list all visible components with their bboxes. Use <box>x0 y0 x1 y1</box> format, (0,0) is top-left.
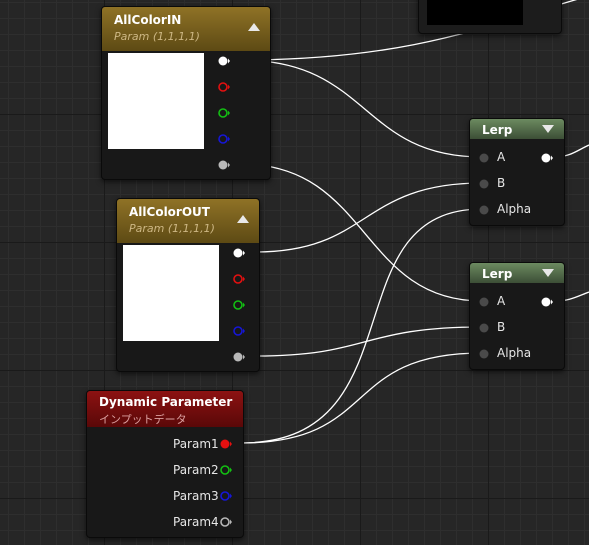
output-pin-r[interactable] <box>233 273 245 285</box>
input-pin-a[interactable] <box>478 296 490 308</box>
output-pin-a[interactable] <box>233 351 245 363</box>
output-pin-rgba[interactable] <box>218 55 230 67</box>
input-label-alpha: Alpha <box>497 346 532 360</box>
output-pin-a[interactable] <box>218 159 230 171</box>
collapse-arrow-icon[interactable] <box>248 23 260 31</box>
output-pin-param3[interactable] <box>220 490 232 502</box>
collapse-arrow-icon[interactable] <box>237 215 249 223</box>
pin-hollow-icon <box>220 491 232 501</box>
input-label-b: B <box>497 320 506 334</box>
pin-filled-icon <box>218 56 230 66</box>
pin-hollow-icon <box>218 134 230 144</box>
pin-hollow-icon <box>220 517 232 527</box>
input-pin-a[interactable] <box>478 152 490 164</box>
wire-in-alpha-to-lerp2-a[interactable] <box>240 163 483 302</box>
node-header[interactable]: Lerp <box>470 263 564 283</box>
pin-hollow-icon <box>220 465 232 475</box>
node-header[interactable]: Dynamic Parameter インプットデータ <box>87 391 243 427</box>
input-pin-alpha[interactable] <box>478 348 490 360</box>
output-label-param2: Param2 <box>173 463 219 477</box>
wire-out-alpha-to-lerp2-b[interactable] <box>255 326 483 357</box>
node-title: Lerp <box>482 267 513 281</box>
collapse-arrow-icon[interactable] <box>542 269 554 277</box>
pin-filled-icon <box>541 153 553 163</box>
pin-filled-icon <box>220 439 232 449</box>
preview-area <box>427 0 523 25</box>
node-title: AllColorOUT <box>129 205 210 219</box>
pin-empty-icon <box>479 349 489 359</box>
output-pin-param1[interactable] <box>220 438 232 450</box>
output-pin-g[interactable] <box>233 299 245 311</box>
wire-in-rgba-to-lerp1-a[interactable] <box>240 59 483 158</box>
output-pin-b[interactable] <box>218 133 230 145</box>
pin-hollow-icon <box>218 82 230 92</box>
color-preview-swatch <box>108 53 204 149</box>
input-pin-b[interactable] <box>478 322 490 334</box>
output-label-param1: Param1 <box>173 437 219 451</box>
node-subtitle: Param (1,1,1,1) <box>114 30 200 43</box>
node-title: AllColorIN <box>114 13 182 27</box>
output-pin-result[interactable] <box>541 296 553 308</box>
node-header[interactable]: AllColorOUT Param (1,1,1,1) <box>117 199 259 243</box>
node-header[interactable]: AllColorIN Param (1,1,1,1) <box>102 7 270 51</box>
input-label-alpha: Alpha <box>497 202 532 216</box>
pin-empty-icon <box>479 179 489 189</box>
pin-filled-icon <box>233 248 245 258</box>
node-lerp-1[interactable]: Lerp A B Alpha <box>469 118 565 226</box>
pin-filled-icon <box>541 297 553 307</box>
input-label-b: B <box>497 176 506 190</box>
output-pin-r[interactable] <box>218 81 230 93</box>
pin-empty-icon <box>479 323 489 333</box>
node-title: Dynamic Parameter <box>99 395 233 409</box>
node-subtitle: インプットデータ <box>99 413 187 426</box>
node-dynamic-parameter[interactable]: Dynamic Parameter インプットデータ Param1 Param2… <box>86 390 244 538</box>
color-preview-swatch <box>123 245 219 341</box>
output-pin-b[interactable] <box>233 325 245 337</box>
node-allcolorin[interactable]: AllColorIN Param (1,1,1,1) <box>101 6 271 180</box>
collapse-arrow-icon[interactable] <box>542 125 554 133</box>
pin-empty-icon <box>479 153 489 163</box>
pin-hollow-icon <box>218 108 230 118</box>
input-pin-b[interactable] <box>478 178 490 190</box>
node-title: Lerp <box>482 123 513 137</box>
offscreen-node[interactable] <box>418 0 562 34</box>
wire-param1-to-lerp1-alpha[interactable] <box>240 208 483 444</box>
output-label-param4: Param4 <box>173 515 219 529</box>
pin-filled-icon <box>233 352 245 362</box>
input-label-a: A <box>497 150 506 164</box>
pin-hollow-icon <box>233 300 245 310</box>
wire-out-rgba-to-lerp1-b[interactable] <box>255 182 483 253</box>
wire-param1-to-lerp2-alpha[interactable] <box>240 352 483 444</box>
output-pin-rgba[interactable] <box>233 247 245 259</box>
node-lerp-2[interactable]: Lerp A B Alpha <box>469 262 565 370</box>
input-pin-alpha[interactable] <box>478 204 490 216</box>
pin-filled-icon <box>218 160 230 170</box>
pin-hollow-icon <box>233 326 245 336</box>
output-pin-result[interactable] <box>541 152 553 164</box>
input-label-a: A <box>497 294 506 308</box>
node-header[interactable]: Lerp <box>470 119 564 139</box>
output-pin-param4[interactable] <box>220 516 232 528</box>
output-label-param3: Param3 <box>173 489 219 503</box>
node-allcolorout[interactable]: AllColorOUT Param (1,1,1,1) <box>116 198 260 372</box>
pin-empty-icon <box>479 297 489 307</box>
pin-hollow-icon <box>233 274 245 284</box>
output-pin-param2[interactable] <box>220 464 232 476</box>
pin-empty-icon <box>479 205 489 215</box>
output-pin-g[interactable] <box>218 107 230 119</box>
node-subtitle: Param (1,1,1,1) <box>129 222 215 235</box>
